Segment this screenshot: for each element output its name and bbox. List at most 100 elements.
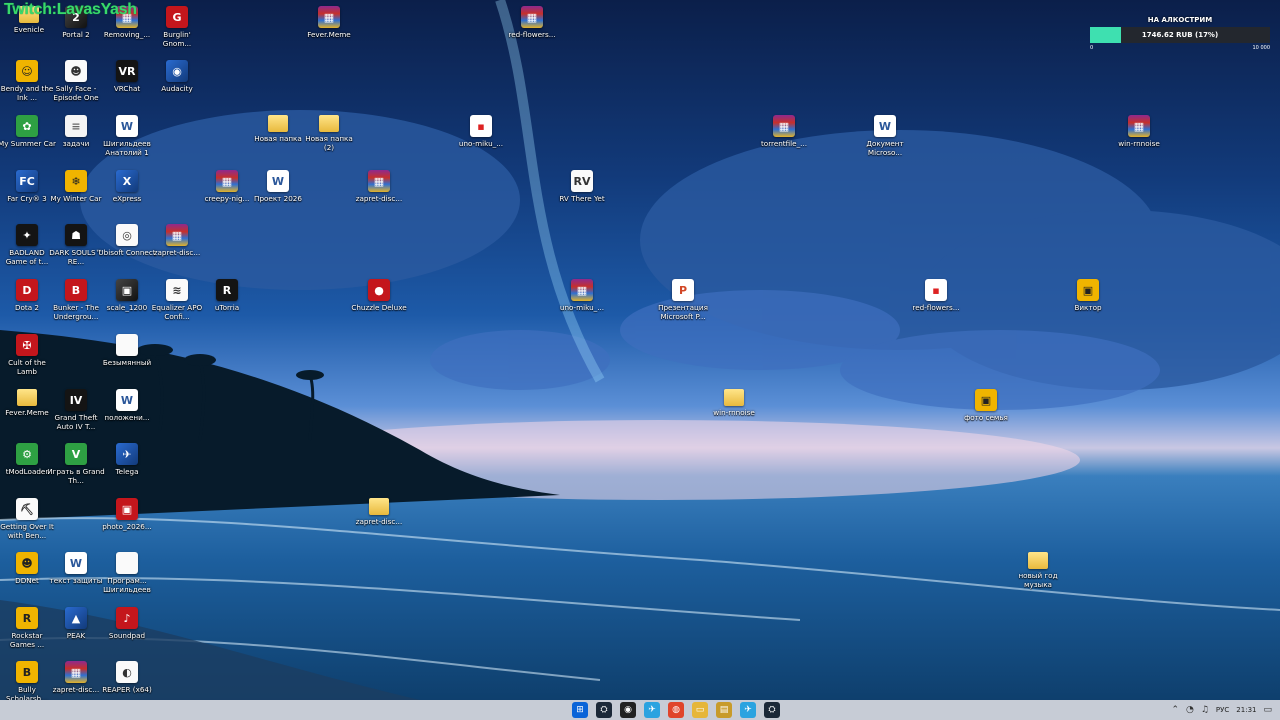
desktop-icon-rockstar[interactable]: R Rockstar Games ...	[0, 607, 54, 649]
word-icon: W	[116, 389, 138, 411]
desktop-icon-unomiku1[interactable]: ▪ uno-miku_...	[454, 115, 508, 148]
desktop-icon-label: Soundpad	[108, 631, 146, 640]
clock[interactable]: 21:31	[1236, 706, 1256, 714]
telegram2-taskbar-icon[interactable]: ✈	[740, 702, 756, 718]
desktop-icon-presentation[interactable]: P Презентация Microsoft P...	[656, 279, 710, 321]
desktop-icon-polozhen[interactable]: Wположени...	[100, 389, 154, 422]
notification-icon[interactable]: ▭	[1263, 705, 1272, 715]
desktop-icon-newyear[interactable]: новый год музыка	[1011, 552, 1065, 589]
word-icon: W	[874, 115, 896, 137]
desktop-icon-mywintercar[interactable]: ❄ My Winter Car	[49, 170, 103, 203]
desktop-icon-fevermeme2[interactable]: Fever.Meme	[0, 389, 54, 417]
desktop-icon-label: DARK SOULS™ RE...	[49, 248, 103, 266]
desktop-icon-zapret3[interactable]: zapret-disc...	[352, 498, 406, 526]
desktop-icon-telega[interactable]: ✈ Telega	[100, 443, 154, 476]
desktop-icon-label: zapret-disc...	[355, 194, 403, 203]
word-icon: W	[267, 170, 289, 192]
donation-scale: 0 10 000	[1090, 45, 1270, 51]
desktop-icon-torrentfile[interactable]: ▦ torrentfile_...	[757, 115, 811, 148]
desktop-icon-chuzzle[interactable]: ● Chuzzle Deluxe	[351, 279, 407, 312]
volume-icon[interactable]: ♫	[1201, 705, 1209, 715]
desktop-icon-utorria[interactable]: RuTorria	[200, 279, 254, 312]
desktop-icon-gta4[interactable]: IV Grand Theft Auto IV T...	[49, 389, 103, 431]
desktop-icon-winrnnoise2[interactable]: win-rnnoise	[707, 389, 761, 417]
desktop-icon-darksouls[interactable]: ☗ DARK SOULS™ RE...	[49, 224, 103, 266]
desktop-icon-rvthereyet[interactable]: RV RV There Yet	[555, 170, 609, 203]
desktop-icon-bendy[interactable]: ☺ Bendy and the Ink ...	[0, 60, 54, 102]
desktop-icon-creepy[interactable]: ▦ creepy-nig...	[200, 170, 254, 203]
tmodloader-icon: ⚙	[16, 443, 38, 465]
desktop-icon-ddnet[interactable]: ☻ DDNet	[0, 552, 54, 585]
desktop-icon-label: Новая папка	[254, 134, 302, 143]
winrar-icon: ▦	[318, 6, 340, 28]
desktop-icon-soundpad[interactable]: ♪ Soundpad	[100, 607, 154, 640]
desktop-icon-scale1200[interactable]: ▣ scale_1200	[100, 279, 154, 312]
desktop-icon-zapret2[interactable]: ▦ zapret-disc...	[150, 224, 204, 257]
desktop-icon-label: zapret-disc...	[355, 517, 403, 526]
desktop-icon-label: eXpress	[112, 194, 142, 203]
desktop-icon-project2026[interactable]: W Проект 2026	[251, 170, 305, 203]
browser-taskbar-icon[interactable]: ◍	[668, 702, 684, 718]
desktop-icon-reaper[interactable]: ◐ REAPER (x64)	[100, 661, 154, 694]
desktop-icon-badland[interactable]: ✦ BADLAND Game of t...	[0, 224, 54, 266]
desktop-icon-newfolder2[interactable]: Новая папка (2)	[302, 115, 356, 152]
desktop-icon-tmodloader[interactable]: ⚙ tModLoader	[0, 443, 54, 476]
desktop-icon-tekstzash[interactable]: Wтекст защиты	[49, 552, 103, 585]
chevron-up-icon[interactable]: ⌃	[1171, 705, 1179, 715]
desktop-icon-zapret1[interactable]: ▦ zapret-disc...	[352, 170, 406, 203]
desktop-icon-fotosemya[interactable]: ▣ фото семья	[959, 389, 1013, 422]
vrchat-icon: VR	[116, 60, 138, 82]
desktop-icon-winrnnoise1[interactable]: ▦ win-rnnoise	[1112, 115, 1166, 148]
desktop-icon-peak[interactable]: ▲ PEAK	[49, 607, 103, 640]
desktop-icon-grandth[interactable]: V Играть в Grand Th...	[47, 443, 105, 485]
steam2-taskbar-icon[interactable]: ⛭	[764, 702, 780, 718]
desktop-icon-equalizer[interactable]: ≋ Equalizer APO Confi...	[150, 279, 204, 321]
system-tray: ⌃ ◔ ♫ РУС 21:31 ▭	[1171, 700, 1272, 720]
obs-taskbar-icon[interactable]: ◉	[620, 702, 636, 718]
desktop-icon-bunker[interactable]: B Bunker - The Undergrou...	[49, 279, 103, 321]
desktop-icon-zadachi[interactable]: ≡ задачи	[49, 115, 103, 148]
desktop-icon-farcry3[interactable]: FC Far Cry® 3	[0, 170, 54, 203]
game-icon: RV	[571, 170, 593, 192]
desktop-icon-fevermeme1[interactable]: ▦ Fever.Meme	[302, 6, 356, 39]
desktop-icon-vrchat[interactable]: VR VRChat	[100, 60, 154, 93]
network-icon[interactable]: ◔	[1186, 705, 1194, 715]
start-button[interactable]: ⊞	[572, 702, 588, 718]
telegram-taskbar-icon[interactable]: ✈	[644, 702, 660, 718]
desktop-icon-ubisoft[interactable]: ◎ Ubisoft Connect	[98, 224, 156, 257]
desktop-icon-label: PEAK	[66, 631, 86, 640]
gta5-icon: V	[65, 443, 87, 465]
desktop-icon-cultlamb[interactable]: ✠ Cult of the Lamb	[0, 334, 54, 376]
desktop-icon-label: My Winter Car	[50, 194, 102, 203]
desktop-icon-program[interactable]: Програм... Шигильдеев	[100, 552, 154, 594]
desktop-icon-newfolder1[interactable]: Новая папка	[251, 115, 305, 143]
desktop-icon-document[interactable]: W Документ Microso...	[858, 115, 912, 157]
desktop-icon-viktor[interactable]: ▣ Виктор	[1061, 279, 1115, 312]
text-file-icon: ≡	[65, 115, 87, 137]
archive-taskbar-icon[interactable]: ▤	[716, 702, 732, 718]
desktop-icon-unomiku2[interactable]: ▦ uno-miku_...	[555, 279, 609, 312]
desktop-icon-label: положени...	[104, 413, 150, 422]
desktop-icon-label: uno-miku_...	[458, 139, 504, 148]
desktop-icon-dota2[interactable]: D Dota 2	[0, 279, 54, 312]
desktop-icon-photo2026[interactable]: ▣ photo_2026...	[100, 498, 154, 531]
language-indicator[interactable]: РУС	[1216, 706, 1229, 714]
explorer-taskbar-icon[interactable]: ▭	[692, 702, 708, 718]
desktop-icon-bezymyanny[interactable]: Безымянный	[100, 334, 154, 367]
desktop-icon-burglin[interactable]: G Burglin' Gnom...	[150, 6, 204, 48]
desktop-icon-bully[interactable]: B Bully Scholarsh...	[0, 661, 54, 700]
desktop-icon-shigil1[interactable]: W Шигильдеев Анатолий 1	[100, 115, 154, 157]
pdf-icon: ▪	[470, 115, 492, 137]
steam-taskbar-icon[interactable]: ⛭	[596, 702, 612, 718]
desktop-icon-mysummercar[interactable]: ✿ My Summer Car	[0, 115, 56, 148]
desktop-icon-express[interactable]: XeXpress	[100, 170, 154, 203]
desktop-icon-label: torrentfile_...	[760, 139, 808, 148]
desktop-icon-redflowers2[interactable]: ▪ red-flowers...	[909, 279, 963, 312]
desktop-icon-audacity[interactable]: ◉ Audacity	[150, 60, 204, 93]
desktop-icon-zapret4[interactable]: ▦ zapret-disc...	[49, 661, 103, 694]
desktop-icon-gettingover[interactable]: ⛏ Getting Over It with Ben...	[0, 498, 54, 540]
taskbar-apps: ⊞ ⛭ ◉ ✈ ◍ ▭ ▤ ✈ ⛭	[572, 702, 780, 718]
desktop-icon-sallyface[interactable]: ☻ Sally Face - Episode One	[49, 60, 103, 102]
desktop-icon-redflowers1[interactable]: ▦ red-flowers...	[505, 6, 559, 39]
winrar-icon: ▦	[166, 224, 188, 246]
